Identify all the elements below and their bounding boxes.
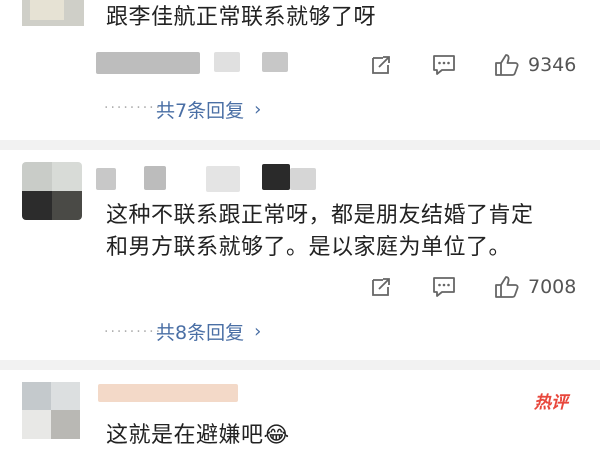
hot-comment-watermark: 热评 [534,393,568,413]
comment-text: 和男方联系就够了。是以家庭为单位了。 [106,235,512,260]
blurred-meta [214,52,240,72]
replies-label: 共7条回复 [156,100,245,122]
divider [0,360,600,370]
blurred-meta [290,168,316,190]
reply-dots: ········· [104,324,163,340]
replies-label: 共8条回复 [156,322,245,344]
avatar[interactable] [22,0,84,26]
comment-icon [433,277,455,297]
reply-dots: ········· [104,100,163,116]
chevron-right-icon: › [254,321,262,342]
like-icon [495,54,519,76]
blurred-meta [144,166,166,190]
view-replies-link[interactable]: 共7条回复 › [156,96,261,123]
comment-text: 这种不联系跟正常呀，都是朋友结婚了肯定 [106,203,534,228]
like-count: 9346 [528,54,577,76]
like-count: 7008 [528,276,577,298]
share-button[interactable] [370,276,392,298]
avatar[interactable] [22,382,80,439]
like-button[interactable]: 9346 [494,53,576,77]
share-button[interactable] [370,54,392,76]
chevron-right-icon: › [254,99,262,120]
comment-button[interactable] [432,276,456,298]
comment-text: 跟李佳航正常联系就够了呀 [106,5,377,30]
blurred-meta [262,164,290,190]
blurred-meta [98,384,238,402]
like-button[interactable]: 7008 [494,275,576,299]
view-replies-link[interactable]: 共8条回复 › [156,318,261,345]
blurred-meta [96,168,116,190]
comment-text: 这就是在避嫌吧😂 [106,423,290,448]
divider [0,140,600,150]
avatar[interactable] [22,162,82,220]
share-icon [372,278,390,296]
comment-icon [433,55,455,75]
blurred-meta [206,166,240,192]
blurred-meta [262,52,288,72]
like-icon [495,276,519,298]
share-icon [372,56,390,74]
blurred-meta [96,52,200,74]
comment-button[interactable] [432,54,456,76]
